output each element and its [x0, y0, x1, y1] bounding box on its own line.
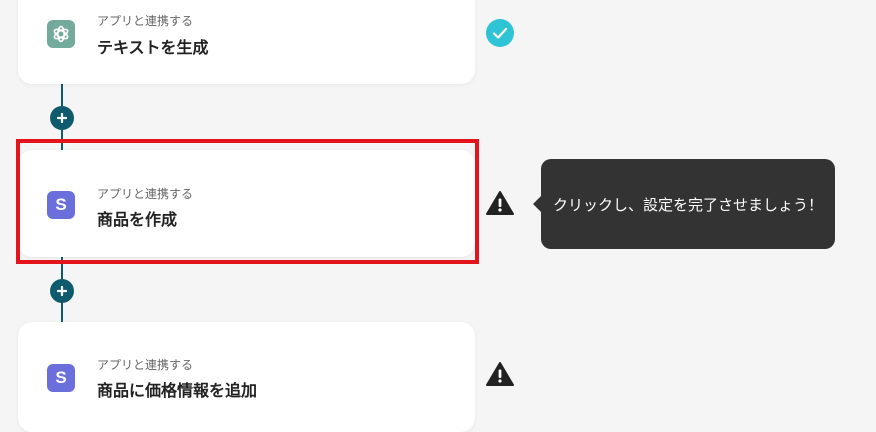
- stripe-icon: S: [47, 364, 75, 392]
- plus-icon: [56, 285, 68, 297]
- step-subtitle: アプリと連携する: [97, 187, 194, 201]
- openai-icon: [47, 20, 75, 48]
- plus-icon: [56, 112, 68, 124]
- warning-icon: [485, 361, 515, 387]
- setup-tooltip: クリックし、設定を完了させましょう！: [533, 159, 835, 249]
- step-card-create-product[interactable]: S アプリと連携する 商品を作成: [18, 150, 475, 257]
- step-card-generate-text[interactable]: アプリと連携する テキストを生成: [18, 0, 475, 84]
- warning-icon: [485, 190, 515, 216]
- add-step-button[interactable]: [50, 106, 74, 130]
- step-card-add-price[interactable]: S アプリと連携する 商品に価格情報を追加: [18, 322, 475, 432]
- step-subtitle: アプリと連携する: [97, 14, 194, 28]
- step-title: 商品を作成: [97, 210, 178, 229]
- step-subtitle: アプリと連携する: [97, 358, 194, 372]
- check-circle-icon: [486, 19, 514, 47]
- stripe-icon: S: [47, 191, 75, 219]
- tooltip-text: クリックし、設定を完了させましょう！: [552, 195, 823, 214]
- step-title: テキストを生成: [97, 38, 209, 57]
- step-title: 商品に価格情報を追加: [97, 381, 258, 400]
- add-step-button[interactable]: [50, 279, 74, 303]
